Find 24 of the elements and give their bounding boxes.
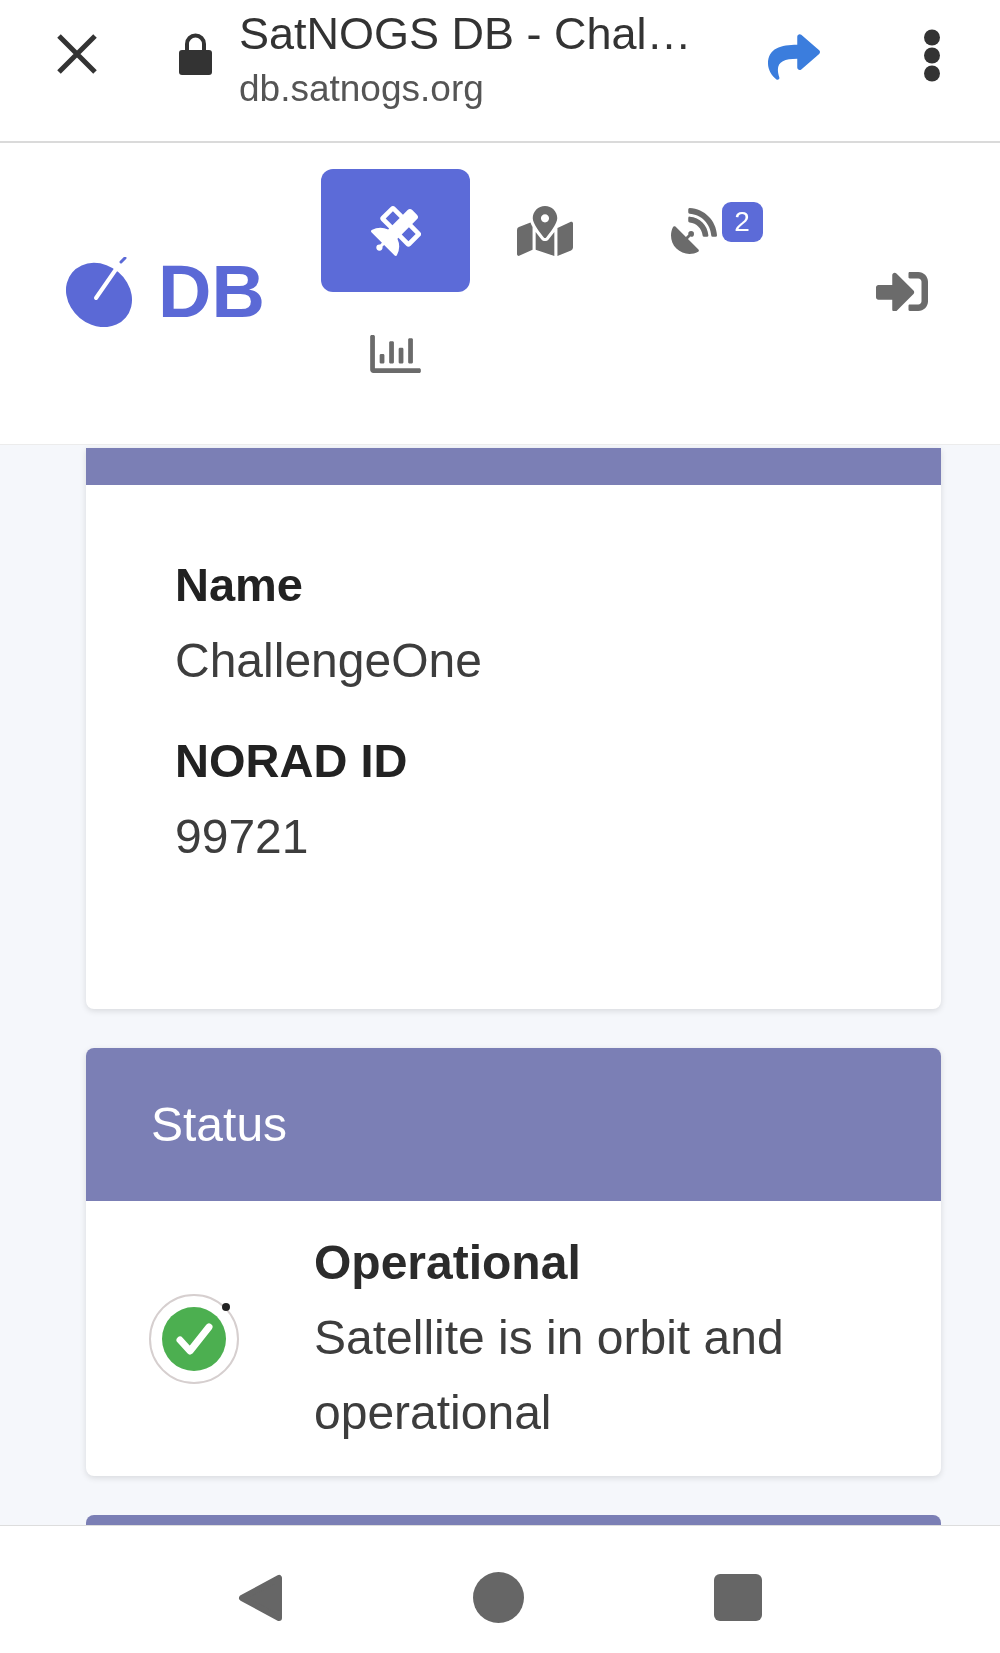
count-badge: 2: [721, 201, 763, 242]
bar-chart-icon: [370, 334, 421, 373]
home-logo-link[interactable]: DB: [63, 255, 263, 329]
satellite-icon: [370, 205, 421, 256]
field-value: 99721: [175, 809, 310, 865]
field-value: ChallengeOne: [175, 633, 483, 689]
satellite-dish-icon: [670, 207, 717, 254]
page-title: SatNOGS DB - Chal…: [239, 7, 693, 61]
nav-tab[interactable]: 2: [619, 169, 768, 292]
home-icon[interactable]: [473, 1572, 524, 1623]
login-icon[interactable]: [876, 272, 928, 311]
map-marker-icon: [516, 205, 573, 256]
more-menu-icon[interactable]: [923, 29, 941, 82]
card-header: Status: [86, 1048, 941, 1201]
share-icon[interactable]: [768, 34, 820, 80]
status-name: Operational: [314, 1235, 582, 1291]
page-url: db.satnogs.org: [239, 67, 485, 111]
lock-icon[interactable]: [179, 32, 212, 75]
field-label: Name: [175, 557, 304, 613]
close-icon[interactable]: [55, 32, 99, 76]
field-label: NORAD ID: [175, 733, 409, 789]
nav-tab[interactable]: [321, 169, 470, 292]
back-icon[interactable]: [238, 1573, 283, 1622]
status-description: Satellite is in orbit and operational: [314, 1310, 785, 1441]
